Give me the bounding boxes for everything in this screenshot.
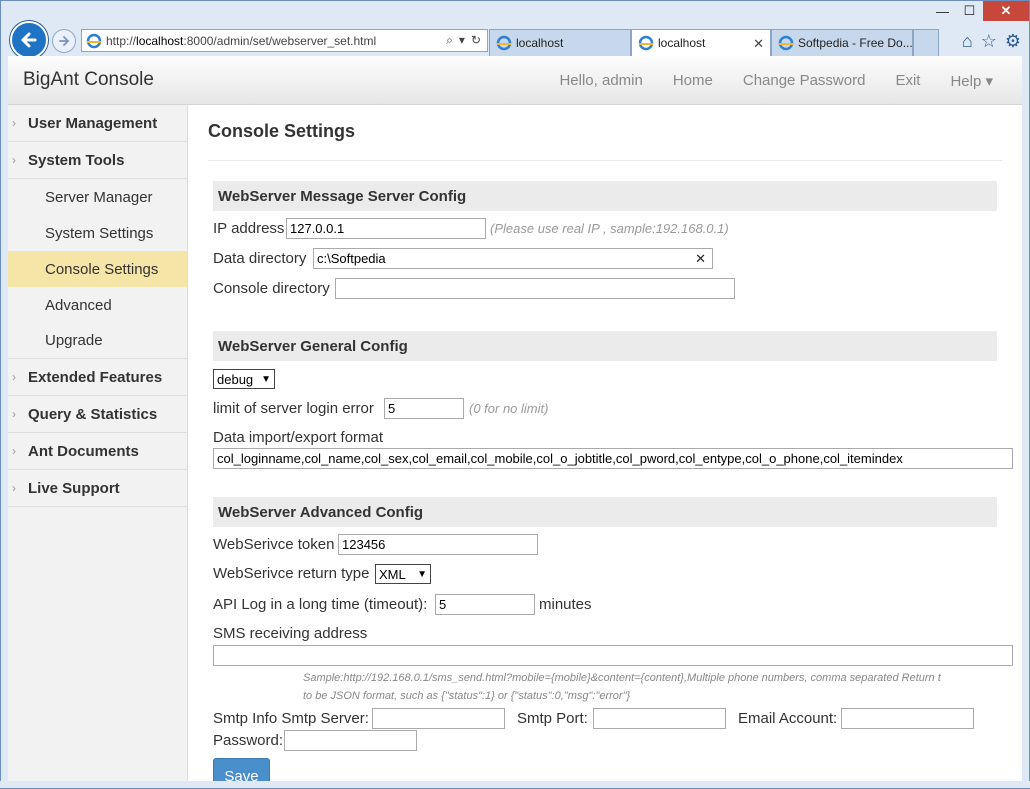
sms-address-input[interactable] — [213, 645, 1013, 666]
sidebar-item-user-management[interactable]: › User Management — [8, 105, 187, 142]
sidebar-item-query-statistics[interactable]: › Query & Statistics — [8, 396, 187, 433]
window-left-border — [0, 56, 8, 789]
sidebar-item-system-tools[interactable]: › System Tools — [8, 142, 187, 179]
email-account-label: Email Account: — [738, 710, 838, 727]
api-log-label: API Log in a long time (timeout): — [213, 596, 428, 613]
close-tab-icon[interactable]: ✕ — [753, 36, 764, 52]
search-icon[interactable]: ⌕ — [446, 33, 453, 48]
data-directory-input[interactable]: c:\Softpedia ✕ — [313, 248, 713, 269]
tab-label: Softpedia - Free Do... — [798, 36, 913, 50]
sidebar-sub-upgrade[interactable]: Upgrade — [8, 323, 187, 359]
chevron-right-icon: › — [12, 116, 16, 130]
refresh-icon[interactable]: ↻ — [471, 33, 481, 48]
settings-gear-icon[interactable]: ⚙ — [1005, 31, 1021, 52]
data-format-input[interactable]: col_loginname,col_name,col_sex,col_email… — [213, 448, 1013, 469]
ip-address-input[interactable]: 127.0.0.1 — [286, 218, 486, 239]
address-bar[interactable]: http://localhost:8000/admin/set/webserve… — [81, 29, 488, 52]
email-account-input[interactable] — [841, 708, 974, 729]
close-window-button[interactable]: ✕ — [983, 1, 1029, 21]
nav-greeting[interactable]: Hello, admin — [544, 72, 657, 89]
maximize-button[interactable]: ☐ — [956, 1, 983, 21]
ip-address-label: IP address — [213, 220, 285, 237]
ie-tab-icon — [496, 35, 512, 51]
app-navbar: BigAnt Console Hello, admin Home Change … — [8, 56, 1022, 105]
url-text: http://localhost:8000/admin/set/webserve… — [106, 33, 377, 48]
login-error-limit-hint: (0 for no limit) — [469, 401, 549, 416]
page-title: Console Settings — [208, 121, 356, 141]
home-icon[interactable]: ⌂ — [962, 31, 973, 52]
sms-address-label: SMS receiving address — [213, 625, 368, 642]
ie-tab-icon — [778, 35, 794, 51]
login-error-limit-label: limit of server login error — [213, 400, 374, 417]
smtp-server-label: Smtp Info Smtp Server: — [213, 710, 369, 727]
sidebar-sub-console-settings[interactable]: Console Settings — [8, 251, 187, 287]
back-arrow-icon — [21, 32, 37, 48]
tab-label: localhost — [658, 36, 706, 50]
clear-input-icon[interactable]: ✕ — [695, 251, 706, 267]
title-divider — [208, 160, 1002, 161]
sidebar-sub-advanced[interactable]: Advanced — [8, 287, 187, 323]
sidebar-sub-server-manager[interactable]: Server Manager — [8, 179, 187, 215]
brand-title[interactable]: BigAnt Console — [23, 69, 154, 91]
section-advanced: WebServer Advanced Config — [213, 497, 997, 527]
minimize-button[interactable]: — — [929, 1, 956, 21]
data-directory-label: Data directory — [213, 250, 307, 267]
return-type-label: WebSerivce return type — [213, 565, 370, 582]
section-message-server: WebServer Message Server Config — [213, 181, 997, 211]
section-general: WebServer General Config — [213, 331, 997, 361]
tab-softpedia[interactable]: Softpedia - Free Do... — [771, 29, 913, 56]
favorites-star-icon[interactable]: ☆ — [981, 31, 997, 52]
sms-sample-hint: Sample:http://192.168.0.1/sms_send.html?… — [303, 672, 941, 702]
chevron-right-icon: › — [12, 481, 16, 495]
browser-chrome: http://localhost:8000/admin/set/webserve… — [0, 0, 1030, 59]
chevron-right-icon: › — [12, 444, 16, 458]
smtp-server-input[interactable] — [372, 708, 505, 729]
tab-localhost-2[interactable]: localhost ✕ — [631, 29, 771, 56]
chevron-right-icon: › — [12, 407, 16, 421]
nav-help[interactable]: Help ▾ — [935, 72, 1008, 90]
mode-select[interactable]: debug ▼ — [213, 369, 275, 389]
tab-localhost-1[interactable]: localhost — [489, 29, 631, 56]
sidebar: › User Management › System Tools Server Ma… — [8, 105, 188, 781]
main-content: Console Settings WebServer Message Serve… — [188, 105, 1022, 781]
ip-address-hint: (Please use real IP , sample:192.168.0.1… — [490, 221, 729, 236]
new-tab-button[interactable] — [913, 29, 939, 56]
save-button[interactable]: Save — [213, 758, 270, 781]
dropdown-chevron-icon[interactable]: ▾ — [459, 33, 465, 48]
forward-button[interactable] — [52, 29, 76, 53]
webservice-token-label: WebSerivce token — [213, 536, 335, 553]
chevron-right-icon: › — [12, 370, 16, 384]
window-right-border — [1022, 56, 1030, 789]
sidebar-item-extended-features[interactable]: › Extended Features — [8, 359, 187, 396]
api-log-timeout-input[interactable]: 5 — [435, 594, 535, 615]
select-arrow-icon: ▼ — [417, 568, 427, 580]
return-type-select[interactable]: XML ▼ — [375, 564, 431, 584]
forward-arrow-icon — [59, 36, 70, 46]
sidebar-item-ant-documents[interactable]: › Ant Documents — [8, 433, 187, 470]
window-bottom-border — [0, 781, 1030, 789]
chevron-down-icon: › — [12, 153, 16, 167]
password-input[interactable] — [284, 730, 417, 751]
tab-label: localhost — [516, 36, 564, 50]
data-format-label: Data import/export format — [213, 429, 384, 446]
nav-exit[interactable]: Exit — [880, 72, 935, 89]
nav-home[interactable]: Home — [658, 72, 728, 89]
password-label: Password: — [213, 732, 284, 749]
webservice-token-input[interactable]: 123456 — [338, 534, 538, 555]
nav-change-password[interactable]: Change Password — [728, 72, 881, 89]
ie-page-icon — [86, 33, 102, 49]
console-directory-input[interactable] — [335, 278, 735, 299]
sidebar-item-live-support[interactable]: › Live Support — [8, 470, 187, 507]
ie-tab-icon — [638, 35, 654, 51]
back-button[interactable] — [10, 21, 48, 59]
smtp-port-label: Smtp Port: — [517, 710, 588, 727]
console-directory-label: Console directory — [213, 280, 330, 297]
select-arrow-icon: ▼ — [261, 373, 271, 385]
smtp-port-input[interactable] — [593, 708, 726, 729]
api-log-unit: minutes — [539, 596, 592, 613]
login-error-limit-input[interactable]: 5 — [384, 398, 464, 419]
sidebar-sub-system-settings[interactable]: System Settings — [8, 215, 187, 251]
